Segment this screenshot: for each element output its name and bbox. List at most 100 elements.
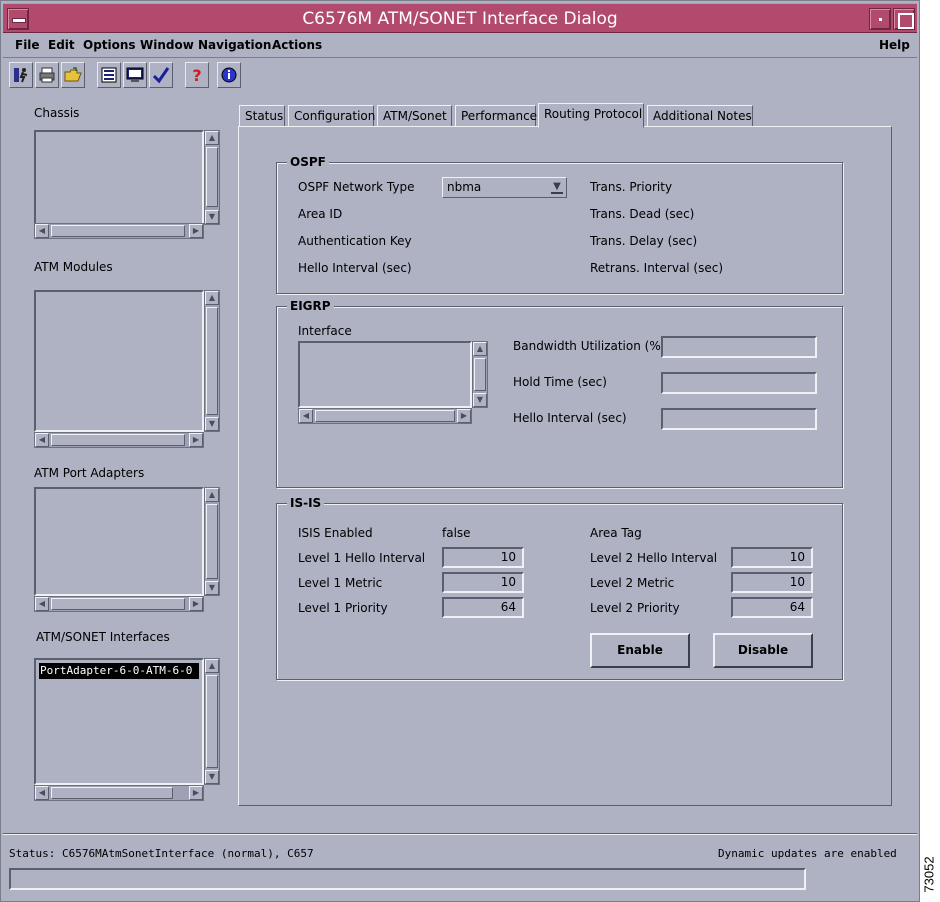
tab-additional-notes[interactable]: Additional Notes: [647, 105, 753, 127]
level2-priority-label: Level 2 Priority: [590, 601, 680, 615]
scroll-thumb[interactable]: [206, 675, 218, 768]
scroll-left-icon[interactable]: ◀: [299, 409, 313, 423]
level2-metric-field[interactable]: 10: [731, 572, 813, 593]
scroll-thumb[interactable]: [51, 787, 173, 799]
level2-hello-interval-field[interactable]: 10: [731, 547, 813, 568]
bandwidth-utilization-field[interactable]: [661, 336, 817, 358]
scroll-up-icon[interactable]: ▲: [205, 131, 219, 145]
atm-sonet-interfaces-vscroll[interactable]: ▲ ▼: [204, 658, 220, 785]
scroll-left-icon[interactable]: ◀: [35, 224, 49, 238]
eigrp-title: EIGRP: [287, 299, 334, 313]
tab-configuration[interactable]: Configuration: [288, 105, 375, 127]
scroll-right-icon[interactable]: ▶: [189, 433, 203, 447]
atm-port-adapters-label: ATM Port Adapters: [34, 466, 145, 480]
status-text: Status: C6576MAtmSonetInterface (normal)…: [9, 847, 314, 860]
menu-edit[interactable]: Edit: [48, 38, 75, 52]
level2-hello-interval-label: Level 2 Hello Interval: [590, 551, 718, 565]
level1-hello-interval-label: Level 1 Hello Interval: [298, 551, 426, 565]
scroll-right-icon[interactable]: ▶: [189, 224, 203, 238]
disable-button[interactable]: Disable: [713, 633, 813, 668]
chassis-list[interactable]: [34, 130, 204, 225]
scroll-down-icon[interactable]: ▼: [473, 393, 487, 407]
atm-port-adapters-list[interactable]: [34, 487, 204, 596]
menu-actions[interactable]: Actions: [272, 38, 322, 52]
hold-time-field[interactable]: [661, 372, 817, 394]
scroll-thumb[interactable]: [474, 358, 486, 391]
scroll-thumb[interactable]: [315, 410, 455, 422]
atm-modules-label: ATM Modules: [34, 260, 113, 274]
scroll-down-icon[interactable]: ▼: [205, 210, 219, 224]
menu-window[interactable]: Window: [140, 38, 194, 52]
scroll-up-icon[interactable]: ▲: [205, 659, 219, 673]
help-icon[interactable]: ?: [185, 62, 209, 88]
scroll-left-icon[interactable]: ◀: [35, 786, 49, 800]
atm-modules-list[interactable]: [34, 290, 204, 432]
atm-sonet-interfaces-hscroll[interactable]: ◀ ▶: [34, 785, 204, 801]
exit-icon[interactable]: [9, 62, 33, 88]
isis-enabled-label: ISIS Enabled: [298, 526, 373, 540]
level2-metric-label: Level 2 Metric: [590, 576, 675, 590]
scroll-up-icon[interactable]: ▲: [205, 291, 219, 305]
scroll-right-icon[interactable]: ▶: [189, 597, 203, 611]
scroll-down-icon[interactable]: ▼: [205, 770, 219, 784]
scroll-right-icon[interactable]: ▶: [457, 409, 471, 423]
tab-status[interactable]: Status: [239, 105, 285, 127]
eigrp-interface-list[interactable]: [298, 341, 472, 408]
open-folder-icon[interactable]: [61, 62, 85, 88]
ospf-network-type-select[interactable]: nbma ▼: [442, 177, 567, 198]
atm-port-adapters-vscroll[interactable]: ▲ ▼: [204, 487, 220, 596]
level1-hello-interval-field[interactable]: 10: [442, 547, 524, 568]
scroll-down-icon[interactable]: ▼: [205, 581, 219, 595]
minimize-icon[interactable]: [869, 8, 891, 30]
scroll-thumb[interactable]: [51, 434, 185, 446]
atm-modules-hscroll[interactable]: ◀ ▶: [34, 432, 204, 448]
tab-routing-protocol[interactable]: Routing Protocol: [538, 103, 644, 128]
atm-port-adapters-hscroll[interactable]: ◀ ▶: [34, 596, 204, 612]
level1-priority-label: Level 1 Priority: [298, 601, 388, 615]
enable-button[interactable]: Enable: [590, 633, 690, 668]
scroll-thumb[interactable]: [206, 504, 218, 579]
scroll-thumb[interactable]: [206, 147, 218, 207]
eigrp-interface-vscroll[interactable]: ▲ ▼: [472, 341, 488, 408]
menu-navigation[interactable]: Navigation: [198, 38, 271, 52]
scroll-up-icon[interactable]: ▲: [205, 488, 219, 502]
level1-priority-field[interactable]: 64: [442, 597, 524, 618]
eigrp-interface-label: Interface: [298, 324, 352, 338]
eigrp-interface-hscroll[interactable]: ◀ ▶: [298, 408, 472, 424]
scroll-left-icon[interactable]: ◀: [35, 597, 49, 611]
level2-priority-field[interactable]: 64: [731, 597, 813, 618]
scroll-left-icon[interactable]: ◀: [35, 433, 49, 447]
level1-metric-field[interactable]: 10: [442, 572, 524, 593]
scroll-up-icon[interactable]: ▲: [473, 342, 487, 356]
list-item-selected[interactable]: PortAdapter-6-0-ATM-6-0: [39, 663, 199, 679]
menu-options[interactable]: Options: [83, 38, 136, 52]
scroll-down-icon[interactable]: ▼: [205, 417, 219, 431]
monitor-icon[interactable]: [123, 62, 147, 88]
chevron-down-icon[interactable]: ▼: [551, 181, 563, 194]
tab-performance[interactable]: Performance: [455, 105, 537, 127]
atm-modules-vscroll[interactable]: ▲ ▼: [204, 290, 220, 432]
scroll-thumb[interactable]: [51, 225, 185, 237]
atm-sonet-interfaces-label: ATM/SONET Interfaces: [36, 630, 170, 644]
menu-bar: File Edit Options Window Navigation Acti…: [3, 34, 917, 58]
maximize-icon[interactable]: [893, 8, 915, 30]
chassis-hscroll[interactable]: ◀ ▶: [34, 223, 204, 239]
trans-delay-label: Trans. Delay (sec): [590, 234, 698, 248]
scroll-thumb[interactable]: [51, 598, 185, 610]
scroll-thumb[interactable]: [206, 307, 218, 415]
atm-sonet-interfaces-list[interactable]: PortAdapter-6-0-ATM-6-0: [34, 658, 204, 785]
status-message-field: [9, 868, 806, 890]
menu-help[interactable]: Help: [879, 38, 910, 52]
dialog-window: C6576M ATM/SONET Interface Dialog File E…: [0, 0, 920, 902]
menu-file[interactable]: File: [15, 38, 40, 52]
tab-atm-sonet[interactable]: ATM/Sonet: [377, 105, 452, 127]
scroll-right-icon[interactable]: ▶: [189, 786, 203, 800]
eigrp-hello-interval-field[interactable]: [661, 408, 817, 430]
isis-group: IS-IS ISIS Enabled false Area Tag Level …: [276, 496, 843, 680]
print-icon[interactable]: [35, 62, 59, 88]
checkmark-icon[interactable]: [149, 62, 173, 88]
status-separator: [3, 833, 917, 835]
chassis-vscroll[interactable]: ▲ ▼: [204, 130, 220, 225]
info-icon[interactable]: [217, 62, 241, 88]
list-icon[interactable]: [97, 62, 121, 88]
